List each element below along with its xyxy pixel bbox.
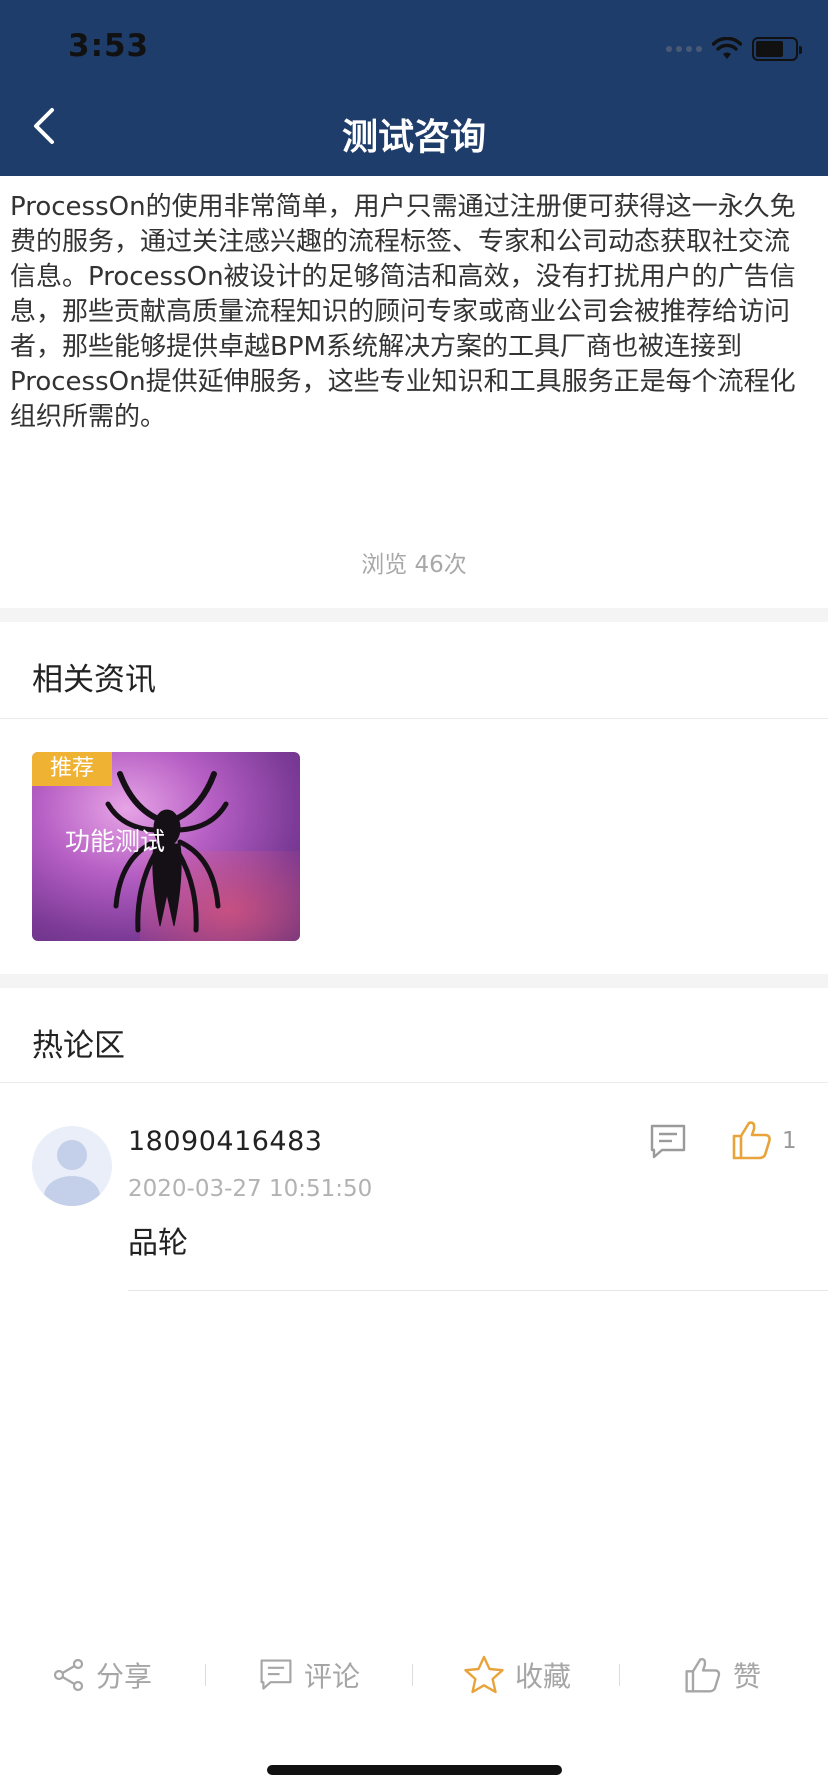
thumbs-up-icon [732,1121,771,1160]
divider [0,1082,828,1083]
favorite-label: 收藏 [515,1660,572,1693]
comment-username: 18090416483 [128,1126,323,1157]
like-button[interactable] [730,1118,774,1166]
favorite-button[interactable]: 收藏 [463,1640,571,1710]
comment-label: 评论 [304,1660,361,1693]
comment-button[interactable]: 评论 [258,1640,360,1710]
like-count: 1 [782,1128,797,1154]
share-button[interactable]: 分享 [52,1640,152,1710]
comment-timestamp: 2020-03-27 10:51:50 [128,1176,373,1202]
signal-icon [666,46,702,52]
status-time: 3:53 [68,28,150,64]
recommend-badge: 推荐 [32,752,112,786]
share-icon [53,1658,84,1692]
reply-button[interactable] [648,1122,688,1166]
page-title: 测试咨询 [341,117,486,158]
section-divider [0,974,828,988]
comment-divider [128,1290,828,1291]
related-section-title: 相关资讯 [32,662,156,698]
related-news-card[interactable]: 推荐 功能测试 [32,752,300,941]
avatar[interactable] [32,1126,112,1206]
share-label: 分享 [96,1660,153,1693]
wifi-icon [712,37,742,59]
app-header: 3:53 测试咨询 [0,0,828,176]
card-title: 功能测试 [65,827,166,856]
thumbs-up-icon [685,1658,721,1693]
star-icon [464,1655,504,1694]
status-indicators [666,34,802,64]
comments-section-title: 热论区 [32,1028,125,1064]
separator [412,1664,413,1686]
divider [0,718,828,719]
comment-bubble-icon [650,1124,686,1159]
article-body: ProcessOn的使用非常简单，用户只需通过注册便可获得这一永久免费的服务，通… [10,192,796,432]
comment-bubble-icon [260,1659,292,1690]
like-label: 赞 [733,1660,762,1693]
separator [205,1664,206,1686]
like-article-button[interactable]: 赞 [683,1640,761,1710]
battery-icon [752,37,802,61]
bottom-action-bar: 分享 评论 收藏 赞 [0,1640,828,1710]
section-divider [0,608,828,622]
comment-text: 品轮 [128,1226,188,1261]
view-count: 浏览 46次 [361,552,467,578]
separator [619,1664,620,1686]
home-indicator [267,1765,562,1775]
